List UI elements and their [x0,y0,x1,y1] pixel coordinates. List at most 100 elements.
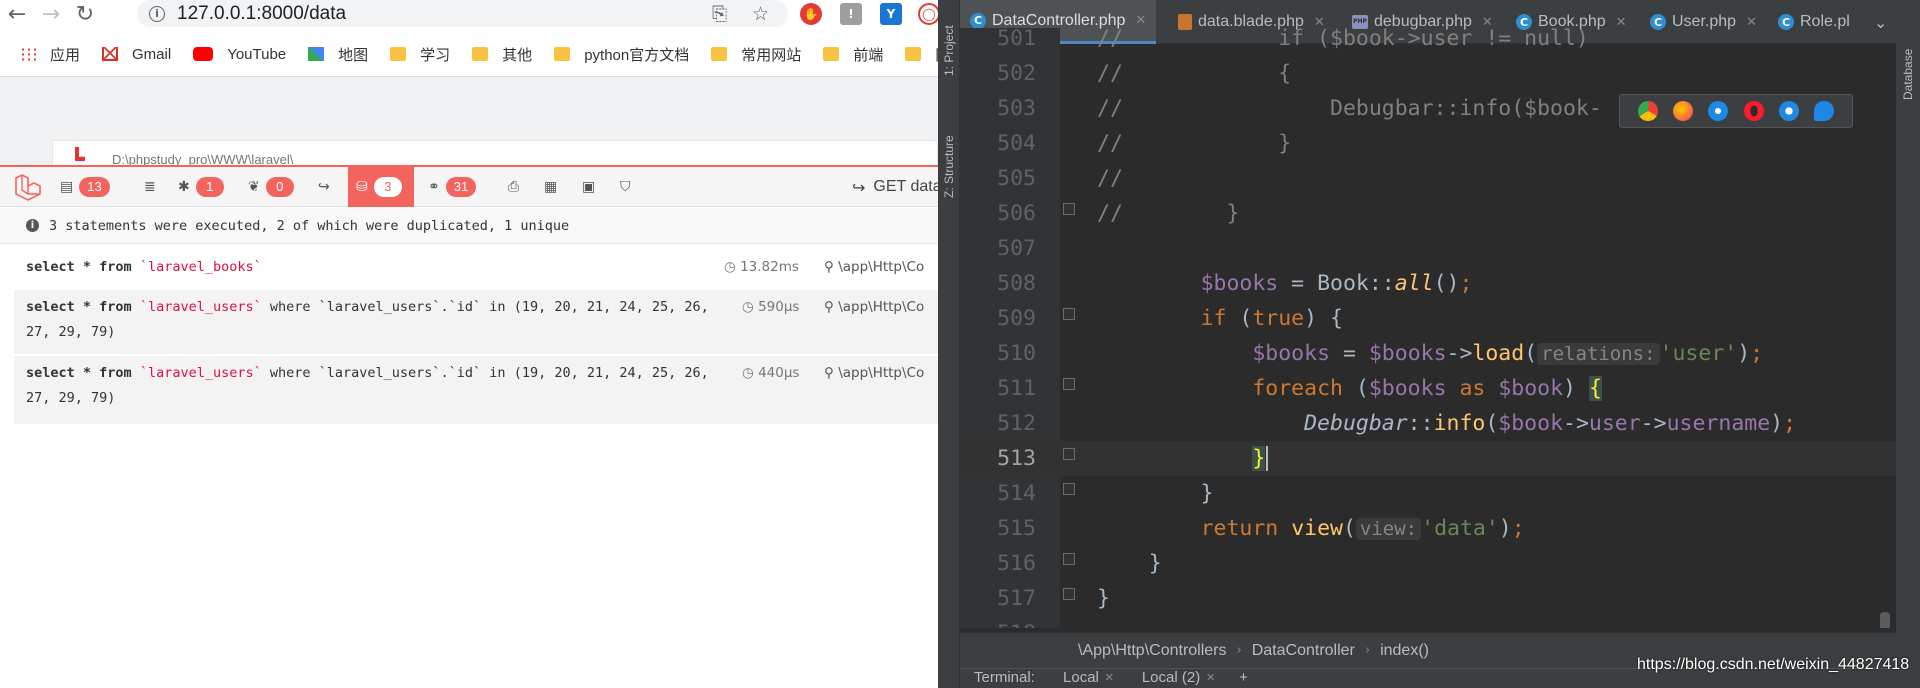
models-icon: ⚭ [428,179,440,195]
extension-adblock-icon[interactable]: ✋ [800,3,822,25]
extension-y-icon[interactable]: Y [880,3,902,25]
tab-badge: 31 [445,177,477,197]
code-text: } [1097,551,1162,576]
tab-timeline[interactable]: ≣ [136,167,164,207]
site-info-icon[interactable]: i [149,5,165,22]
laravel-logo-icon[interactable] [4,167,50,207]
code-line: 517} [960,581,1896,616]
bookmark-folder[interactable]: 学习 [390,44,450,65]
address-bar[interactable]: i 127.0.0.1:8000/data ⎘ ☆ [137,0,788,27]
opera-icon[interactable] [1743,101,1764,121]
tab-messages[interactable]: ▤ 13 [52,167,118,207]
bookmark-youtube[interactable]: YouTube [193,46,286,63]
bookmark-folder[interactable]: 前端 [823,44,883,65]
bookmark-folder[interactable]: 其他 [472,44,532,65]
messages-icon: ▤ [60,179,74,195]
chevron-right-icon: › [1364,643,1371,658]
line-number: 502 [997,61,1036,86]
tab-session[interactable]: ▣ [574,167,603,207]
duration-value: 440μs [758,365,800,381]
close-icon[interactable]: × [1105,669,1114,686]
back-icon[interactable]: ← [0,0,34,29]
ie-icon[interactable] [1778,101,1799,121]
query-duration: ◷ 590μs [742,295,799,320]
bookmark-star-icon[interactable]: ☆ [752,3,769,25]
tab-exceptions[interactable]: ✱ 1 [170,167,232,207]
query-row[interactable]: select * from `laravel_books` ◷ 13.82ms … [14,255,938,287]
request-label: GET data [873,178,938,195]
bookmark-label: 常用网站 [741,46,802,64]
firefox-icon[interactable] [1672,101,1693,121]
bookmark-gmail[interactable]: Gmail [102,46,171,63]
forward-icon[interactable]: → [34,0,68,29]
source-value: \app\Http\Co [838,299,925,315]
tab-queries[interactable]: ⛁ 3 [348,167,414,207]
bookmark-label: 地图 [338,46,369,64]
bookmark-apps[interactable]: 应用 [20,44,80,65]
tab-gate[interactable]: ▦ [536,167,565,207]
fold-marker-icon[interactable] [1063,448,1075,460]
watermark: https://blog.csdn.net/weixin_44827418 [1637,656,1910,673]
tool-project[interactable]: 1: Project [942,25,956,76]
query-text: select * from `laravel_users` where `lar… [26,361,726,411]
tab-views[interactable]: ❦ 0 [240,167,302,207]
tab-request[interactable]: ⛉ [612,167,639,207]
query-table: `laravel_users` [139,299,262,315]
browser-window: ← → ↻ i 127.0.0.1:8000/data ⎘ ☆ ✋ ! Y ◯ … [0,0,938,688]
request-selector[interactable]: ↪ GET data [852,167,938,207]
query-row[interactable]: select * from `laravel_users` where `lar… [14,290,938,354]
line-number: 501 [997,28,1036,51]
reload-icon[interactable]: ↻ [68,0,102,29]
code-line: 505 // [960,161,1896,196]
breadcrumb-method[interactable]: index() [1380,642,1429,660]
bookmark-maps[interactable]: 地图 [308,44,368,65]
mails-icon: ⎙ [508,179,520,195]
tab-mails[interactable]: ⎙ [500,167,527,207]
tool-database[interactable]: Database [1901,49,1915,100]
safari-icon[interactable] [1708,101,1729,121]
bookmark-label: python官方文档 [584,46,690,64]
line-number: 512 [997,411,1036,436]
translate-icon[interactable]: ⎘ [712,3,727,25]
tab-route[interactable]: ↪ [310,167,338,207]
add-terminal-icon[interactable]: + [1239,669,1248,686]
code-line: 512 Debugbar::info($book->user->username… [960,406,1896,441]
fold-marker-icon[interactable] [1063,378,1075,390]
fold-marker-icon[interactable] [1063,483,1075,495]
tab-badge: 0 [265,177,294,197]
debugbar-header: ▤ 13 ≣ ✱ 1 ❦ 0 ↪ ⛁ 3 ⚭ 31 ⎙ ▦ ▣ ⛉ ↪ GET data [0,167,938,207]
fold-marker-icon[interactable] [1063,203,1075,215]
code-line: 509 if (true) { [960,301,1896,336]
terminal-tab[interactable]: Local (2) [1142,669,1200,686]
fold-marker-icon[interactable] [1063,553,1075,565]
line-number: 513 [997,446,1036,471]
fold-marker-icon[interactable] [1063,588,1075,600]
terminal-tab[interactable]: Local [1063,669,1099,686]
param-hint: view: [1355,518,1422,540]
bookmark-folder[interactable]: python官方文档 [554,44,689,65]
tool-structure[interactable]: Z: Structure [942,135,956,198]
fold-marker-icon[interactable] [1063,308,1075,320]
apps-grid-icon [20,47,36,61]
clock-icon: ◷ [724,259,736,275]
bookmark-folder[interactable]: 网 [905,44,938,65]
bookmark-label: YouTube [227,45,287,63]
extension-partial-icon[interactable]: ◯ [918,3,938,25]
edge-icon[interactable] [1814,101,1835,121]
breadcrumb-class[interactable]: DataController [1252,642,1355,660]
queries-summary: i 3 statements were executed, 2 of which… [0,208,938,244]
url-text: 127.0.0.1:8000/data [177,2,347,24]
bookmark-folder[interactable]: 常用网站 [711,44,801,65]
tab-models[interactable]: ⚭ 31 [420,167,484,207]
bookmark-label: 应用 [50,46,81,64]
vertical-scrollbar[interactable] [1880,612,1890,628]
close-icon[interactable]: × [1206,669,1215,686]
folder-icon [390,47,407,61]
query-row[interactable]: select * from `laravel_users` where `lar… [14,356,938,424]
extension-puzzle-icon[interactable]: ! [840,3,862,25]
chrome-icon[interactable] [1637,101,1658,121]
breadcrumb-namespace[interactable]: \App\Http\Controllers [1078,642,1227,660]
close-icon[interactable]: ✕ [1135,13,1146,28]
query-table: `laravel_users` [139,365,262,381]
views-icon: ❦ [248,179,260,195]
